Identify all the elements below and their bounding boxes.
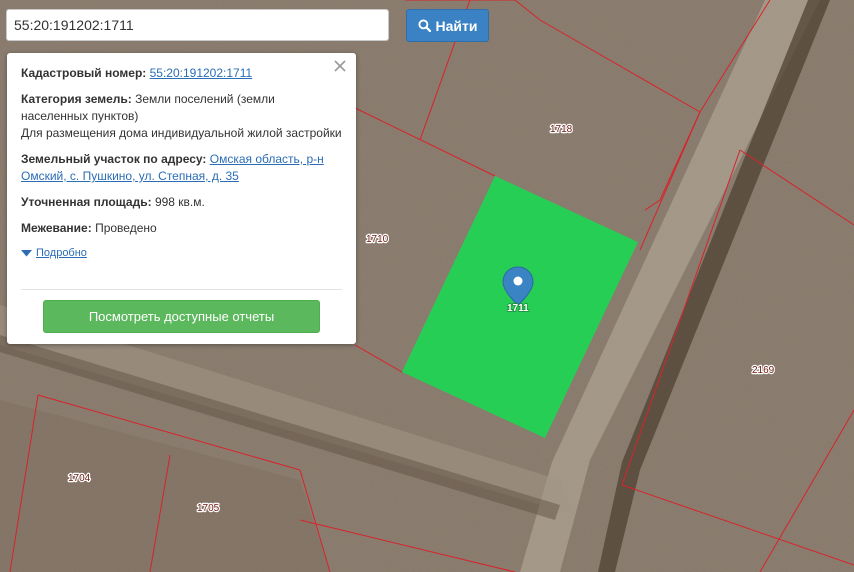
close-icon[interactable] (332, 58, 348, 74)
cadastral-number-link[interactable]: 55:20:191202:1711 (150, 66, 253, 80)
search-icon (417, 19, 431, 32)
cadastral-number-row: Кадастровый номер: 55:20:191202:1711 (21, 65, 342, 82)
view-reports-label: Посмотреть доступные отчеты (88, 309, 275, 324)
area-value: 998 кв.м. (154, 195, 205, 209)
area-row: Уточненная площадь: 998 кв.м. (21, 194, 342, 211)
parcel-label-1710[interactable]: 1710 (365, 233, 390, 246)
view-reports-button[interactable]: Посмотреть доступные отчеты (43, 300, 320, 333)
address-label: Земельный участок по адресу: (21, 152, 207, 166)
search-input-value: 55:20:191202:1711 (14, 17, 134, 33)
parcel-label-1704[interactable]: 1704 (67, 472, 92, 485)
parcel-label-2169[interactable]: 2169 (751, 364, 776, 377)
marker-label-1711: 1711 (507, 303, 529, 314)
panel-divider (21, 289, 342, 290)
land-category-row: Категория земель: Земли поселений (земли… (21, 91, 342, 142)
caret-down-icon (21, 250, 32, 257)
parcel-info-panel: Кадастровый номер: 55:20:191202:1711 Кат… (7, 53, 356, 344)
details-toggle[interactable]: Подробно (21, 245, 342, 262)
land-purpose-value: Для размещения дома индивидуальной жилой… (21, 126, 342, 140)
area-label: Уточненная площадь: (21, 195, 152, 209)
parcel-label-1718[interactable]: 1718 (549, 123, 574, 136)
details-label: Подробно (36, 247, 87, 259)
land-category-label: Категория земель: (21, 92, 132, 106)
survey-value: Проведено (95, 221, 157, 235)
search-button[interactable]: Найти (406, 9, 489, 42)
parcel-label-1705[interactable]: 1705 (196, 502, 221, 515)
search-button-label: Найти (435, 17, 478, 34)
address-row: Земельный участок по адресу: Омская обла… (21, 151, 342, 185)
survey-row: Межевание: Проведено (21, 220, 342, 237)
cadastral-search-input[interactable]: 55:20:191202:1711 (6, 9, 389, 41)
survey-label: Межевание: (21, 221, 92, 235)
cadastral-number-label: Кадастровый номер: (21, 66, 147, 80)
